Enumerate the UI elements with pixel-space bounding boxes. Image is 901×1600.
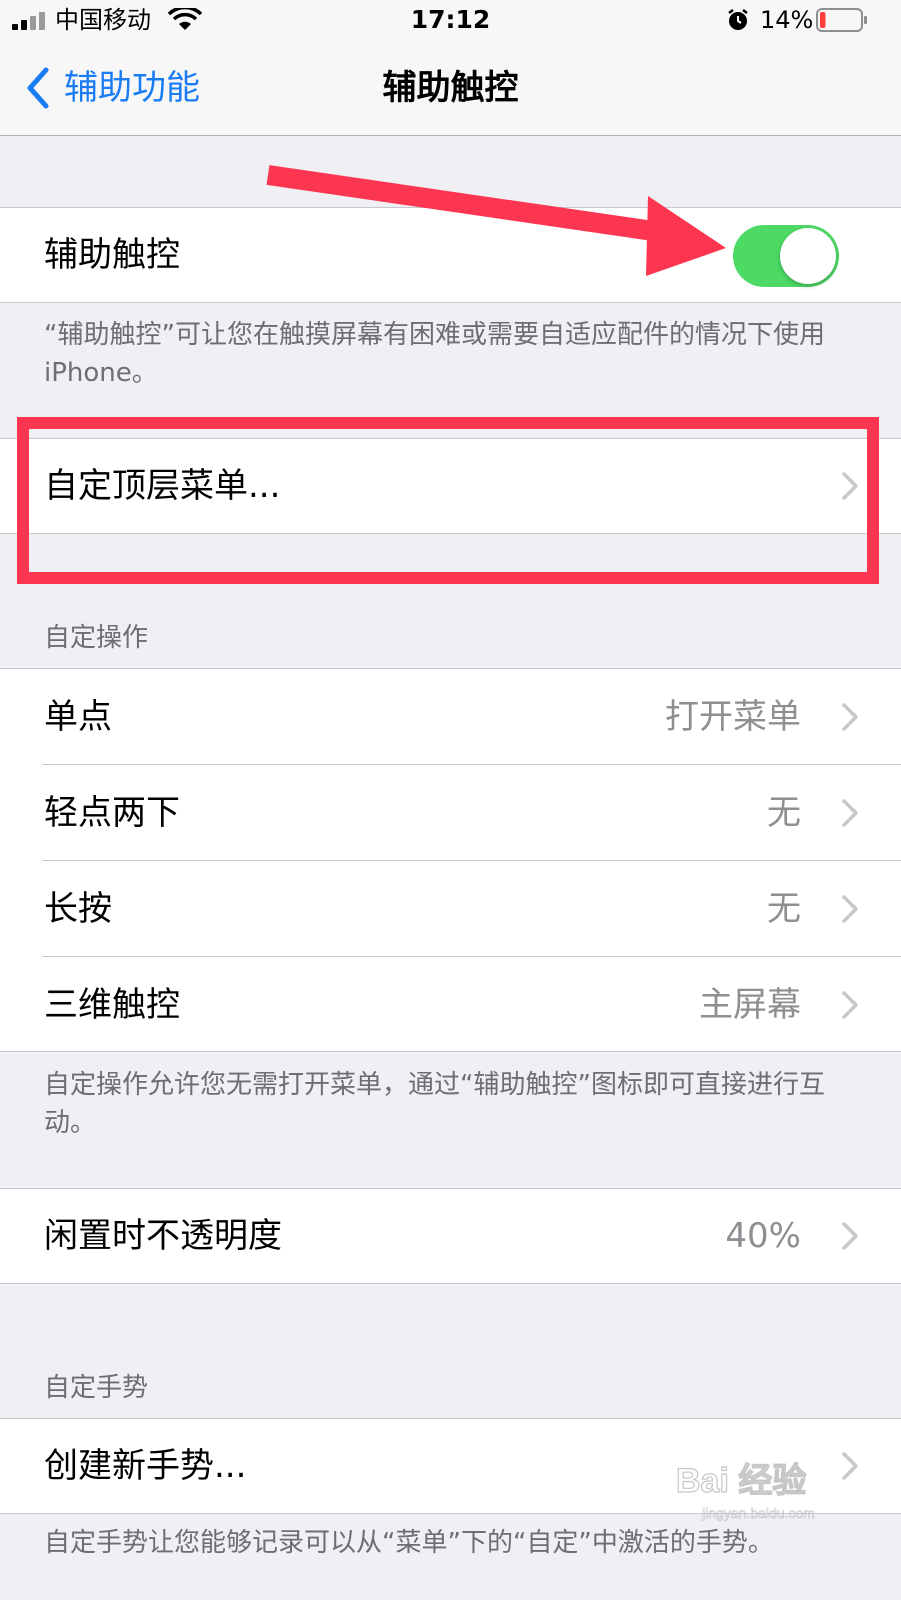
long-press-row[interactable]: 长按 无 [0, 861, 901, 957]
idle-opacity-row[interactable]: 闲置时不透明度 40% [0, 1188, 901, 1284]
double-tap-value: 无 [767, 793, 801, 833]
chevron-right-icon [842, 1222, 858, 1250]
single-tap-label: 单点 [44, 697, 112, 737]
long-press-label: 长按 [44, 889, 112, 929]
double-tap-label: 轻点两下 [44, 793, 180, 833]
idle-opacity-value: 40% [725, 1216, 801, 1256]
single-tap-value: 打开菜单 [665, 697, 801, 737]
single-tap-row[interactable]: 单点 打开菜单 [0, 669, 901, 765]
annotation-highlight-box [17, 417, 879, 584]
chevron-right-icon [842, 703, 858, 731]
svg-text:Bai 经验: Bai 经验 [676, 1461, 806, 1500]
chevron-right-icon [842, 895, 858, 923]
3d-touch-row[interactable]: 三维触控 主屏幕 [0, 957, 901, 1053]
idle-opacity-group: 闲置时不透明度 40% [0, 1188, 901, 1284]
baidu-jingyan-watermark: Bai 经验 jingyan.baidu.com [675, 1460, 815, 1521]
svg-text:jingyan.baidu.com: jingyan.baidu.com [701, 1505, 815, 1521]
double-tap-row[interactable]: 轻点两下 无 [0, 765, 901, 861]
custom-gestures-header: 自定手势 [44, 1373, 149, 1403]
3d-touch-value: 主屏幕 [699, 985, 801, 1025]
chevron-right-icon [842, 991, 858, 1019]
create-new-gesture-label: 创建新手势... [44, 1446, 247, 1486]
assistive-touch-description: “辅助触控”可让您在触摸屏幕有困难或需要自适应配件的情况下使用 iPhone。 [44, 320, 825, 388]
3d-touch-label: 三维触控 [44, 985, 180, 1025]
idle-opacity-label: 闲置时不透明度 [44, 1216, 282, 1256]
custom-actions-header: 自定操作 [44, 623, 149, 653]
chevron-right-icon [842, 799, 858, 827]
annotation-arrow [266, 165, 726, 276]
long-press-value: 无 [767, 889, 801, 929]
custom-actions-footer: 自定操作允许您无需打开菜单，通过“辅助触控”图标即可直接进行互动。 [44, 1070, 825, 1138]
custom-actions-group: 单点 打开菜单 轻点两下 无 长按 无 三维触控 主屏幕 [0, 668, 901, 1052]
